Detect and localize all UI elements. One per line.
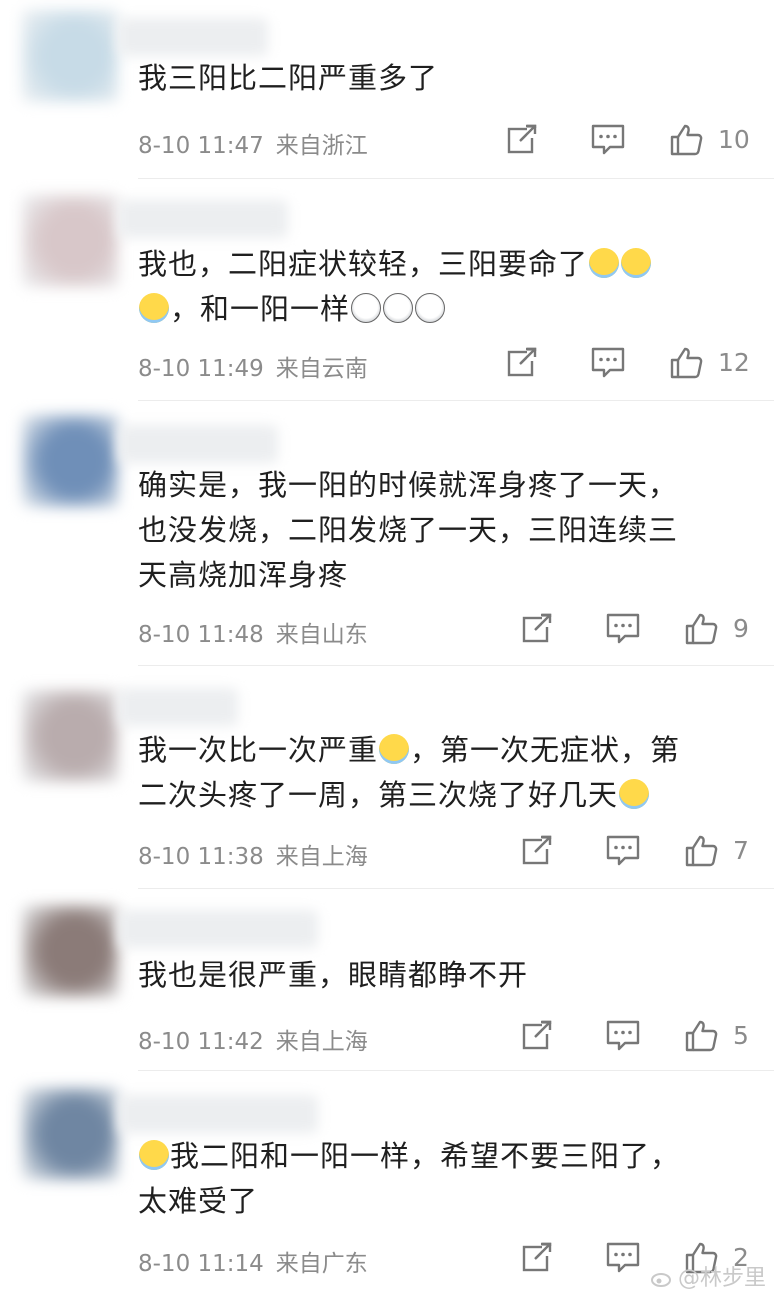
comment-text-line: 二次头疼了一周，第三次烧了好几天 xyxy=(138,773,738,818)
comment-meta: 8-10 11:48 来自山东 xyxy=(138,615,368,649)
comment-text: 我也，二阳症状较轻，三阳要命了 ，和一阳一样 xyxy=(138,242,738,332)
watermark: @林步里 xyxy=(650,1260,766,1292)
reply-comment-icon[interactable] xyxy=(605,611,641,649)
reply-comment-icon[interactable] xyxy=(590,122,626,160)
divider xyxy=(138,1070,774,1071)
like-count[interactable]: 10 xyxy=(718,125,750,154)
share-icon[interactable] xyxy=(520,611,554,649)
share-icon[interactable] xyxy=(505,345,539,383)
comment-text-segment: 确实是，我一阳的时候就浑身疼了一天， xyxy=(138,468,679,502)
like-thumb-icon[interactable] xyxy=(683,1018,719,1058)
comment-region: 来自山东 xyxy=(275,622,368,648)
comment-region: 来自广东 xyxy=(275,1251,368,1277)
username-blurred[interactable] xyxy=(118,910,318,948)
like-thumb-icon[interactable] xyxy=(668,345,704,385)
username-blurred[interactable] xyxy=(118,1095,318,1133)
cry-icon xyxy=(379,734,410,764)
avatar[interactable] xyxy=(22,415,118,507)
comment-text-line: ，和一阳一样 xyxy=(138,287,738,332)
avatar[interactable] xyxy=(22,195,118,287)
avatar[interactable] xyxy=(22,1088,118,1180)
comment-date: 8-10 11:14 xyxy=(138,1251,264,1277)
comment-text-segment: ，和一阳一样 xyxy=(170,292,351,326)
comment-text-line: 我三阳比二阳严重多了 xyxy=(138,56,738,101)
cry-icon xyxy=(139,1140,169,1170)
username-blurred[interactable] xyxy=(118,425,278,463)
comment-region: 来自浙江 xyxy=(275,133,368,159)
divider xyxy=(138,178,774,179)
comment-text-segment: 我也，二阳症状较轻，三阳要命了 xyxy=(138,247,589,281)
comment-region: 来自云南 xyxy=(275,356,368,382)
share-icon[interactable] xyxy=(520,1018,554,1056)
like-thumb-icon[interactable] xyxy=(683,833,719,873)
avatar[interactable] xyxy=(22,690,118,782)
shocked-face-icon xyxy=(351,293,382,323)
avatar[interactable] xyxy=(22,905,118,997)
reply-comment-icon[interactable] xyxy=(605,833,641,871)
divider xyxy=(138,888,774,889)
comment-meta: 8-10 11:49 来自云南 xyxy=(138,349,368,383)
comment-date: 8-10 11:42 xyxy=(138,1029,264,1055)
like-count[interactable]: 5 xyxy=(733,1021,749,1050)
cry-icon xyxy=(589,248,620,278)
like-count[interactable]: 7 xyxy=(733,836,749,865)
comment-meta: 8-10 11:47 来自浙江 xyxy=(138,126,368,160)
comment-text-line: 我一次比一次严重 ，第一次无症状，第 xyxy=(138,728,738,773)
comment-text-line: 我二阳和一阳一样，希望不要三阳了， xyxy=(138,1134,738,1179)
comment-date: 8-10 11:49 xyxy=(138,356,264,382)
share-icon[interactable] xyxy=(520,833,554,871)
like-count[interactable]: 12 xyxy=(718,348,750,377)
avatar[interactable] xyxy=(22,10,118,102)
comment-meta: 8-10 11:14 来自广东 xyxy=(138,1244,368,1278)
comment-text-line: 我也是很严重，眼睛都睁不开 xyxy=(138,953,738,998)
comment-text-segment: ，第一次无症状，第 xyxy=(410,733,681,767)
comment-text-line: 太难受了 xyxy=(138,1179,738,1224)
share-icon[interactable] xyxy=(520,1240,554,1278)
comment-date: 8-10 11:38 xyxy=(138,844,264,870)
comment-text: 我也是很严重，眼睛都睁不开 xyxy=(138,953,738,998)
comment-date: 8-10 11:47 xyxy=(138,133,264,159)
comment-text-line: 天高烧加浑身疼 xyxy=(138,553,738,598)
comment-region: 来自上海 xyxy=(275,1029,368,1055)
comment-meta: 8-10 11:42 来自上海 xyxy=(138,1022,368,1056)
comment-text-segment: 也没发烧，二阳发烧了一天，三阳连续三 xyxy=(138,513,679,547)
watermark-text: @林步里 xyxy=(677,1266,766,1291)
comment-text-segment: 我三阳比二阳严重多了 xyxy=(138,61,439,95)
cry-icon xyxy=(621,248,652,278)
comment-text-line: 确实是，我一阳的时候就浑身疼了一天， xyxy=(138,463,738,508)
like-count[interactable]: 9 xyxy=(733,614,749,643)
comment-text: 我二阳和一阳一样，希望不要三阳了， 太难受了 xyxy=(138,1134,738,1224)
username-blurred[interactable] xyxy=(118,688,238,726)
shocked-face-icon xyxy=(383,293,414,323)
reply-comment-icon[interactable] xyxy=(605,1018,641,1056)
reply-comment-icon[interactable] xyxy=(590,345,626,383)
comment-text-segment: 太难受了 xyxy=(138,1184,259,1218)
comment-text-line: 我也，二阳症状较轻，三阳要命了 xyxy=(138,242,738,287)
comment-text: 我三阳比二阳严重多了 xyxy=(138,56,738,101)
weibo-logo-icon xyxy=(650,1268,674,1288)
comment-region: 来自上海 xyxy=(275,844,368,870)
divider xyxy=(138,665,774,666)
comment-meta: 8-10 11:38 来自上海 xyxy=(138,837,368,871)
username-blurred[interactable] xyxy=(118,200,288,238)
cry-icon xyxy=(619,779,650,809)
comment-text-segment: 我二阳和一阳一样，希望不要三阳了， xyxy=(170,1139,681,1173)
comment-text: 我一次比一次严重 ，第一次无症状，第二次头疼了一周，第三次烧了好几天 xyxy=(138,728,738,818)
like-thumb-icon[interactable] xyxy=(668,122,704,162)
comment-text: 确实是，我一阳的时候就浑身疼了一天， 也没发烧，二阳发烧了一天，三阳连续三 天高烧加… xyxy=(138,463,738,598)
shocked-face-icon xyxy=(415,293,446,323)
comment-text-line: 也没发烧，二阳发烧了一天，三阳连续三 xyxy=(138,508,738,553)
like-thumb-icon[interactable] xyxy=(683,611,719,651)
cry-icon xyxy=(139,293,169,323)
comment-text-segment: 我一次比一次严重 xyxy=(138,733,379,767)
reply-comment-icon[interactable] xyxy=(605,1240,641,1278)
share-icon[interactable] xyxy=(505,122,539,160)
comment-text-segment: 天高烧加浑身疼 xyxy=(138,558,349,592)
username-blurred[interactable] xyxy=(118,18,268,56)
comment-date: 8-10 11:48 xyxy=(138,622,264,648)
comment-text-segment: 我也是很严重，眼睛都睁不开 xyxy=(138,958,529,992)
comment-text-segment: 二次头疼了一周，第三次烧了好几天 xyxy=(138,778,619,812)
divider xyxy=(138,400,774,401)
